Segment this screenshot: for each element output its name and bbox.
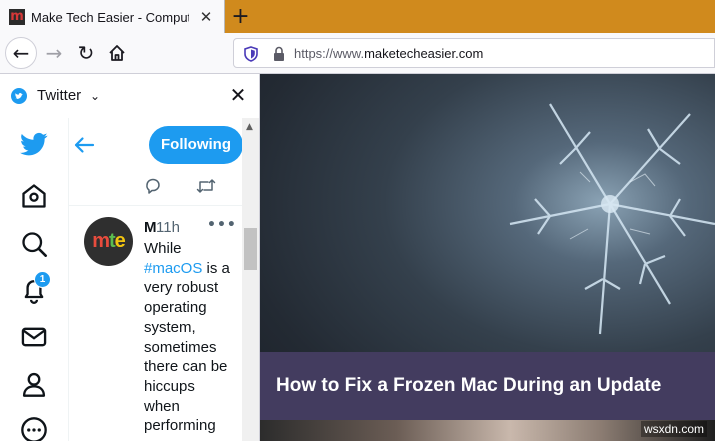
tweet-line: #macOS is a [144,259,239,279]
scrollbar-thumb[interactable] [244,228,257,270]
navigation-toolbar: ← → ↻ https://www.maketecheasier.com [0,33,715,74]
home-button[interactable] [101,37,133,69]
twitter-nav: 1 [0,118,68,441]
home-icon[interactable] [20,182,48,210]
tweet-line: hiccups [144,377,195,395]
article-hero[interactable]: How to Fix a Frozen Mac During an Update… [260,74,715,441]
tweet-line: system, [144,318,196,336]
search-icon[interactable] [20,230,48,258]
avatar-letter: m [92,230,110,252]
chevron-down-icon[interactable]: ⌄ [90,87,100,105]
following-button[interactable]: Following [149,126,243,164]
article-headline[interactable]: How to Fix a Frozen Mac During an Update [276,373,706,399]
browser-tab[interactable]: m Make Tech Easier - Computer Tricks ✕ [0,0,225,33]
twitter-bird-icon[interactable] [20,130,48,158]
site-favicon-icon: m [9,9,25,25]
profile-icon[interactable] [20,370,48,398]
url-text[interactable]: https://www.maketecheasier.com [294,45,483,63]
tweet-feed: Following mte M 11h ••• While #macOS is … [68,118,243,441]
hashtag-link[interactable]: #macOS [144,260,202,277]
avatar[interactable]: mte [84,217,133,266]
messages-icon[interactable] [20,323,48,351]
reload-button[interactable]: ↻ [70,37,102,69]
back-arrow-icon[interactable] [73,134,95,156]
snowflake-image [509,103,715,335]
tracking-protection-shield-icon[interactable] [244,46,258,62]
twitter-logo-icon [11,88,27,104]
reply-icon[interactable] [144,177,162,195]
tweet-more-button[interactable]: ••• [207,216,237,234]
twitter-sidebar: Twitter ⌄ ✕ 1 Following mte M 11h ••• Wh… [0,74,260,441]
sidebar-close-button[interactable]: ✕ [228,85,248,105]
tweet-timestamp[interactable]: 11h [156,219,180,237]
tab-close-button[interactable]: ✕ [196,7,216,27]
sidebar-header: Twitter ⌄ ✕ [0,74,259,118]
tweet-line: when [144,397,180,415]
tweet-line: While [144,240,182,257]
feed-divider [69,205,243,206]
avatar-letter: e [114,230,126,252]
tweet-line: sometimes [144,338,217,356]
url-host: maketecheasier.com [364,46,484,61]
retweet-icon[interactable] [196,177,216,195]
sidebar-scrollbar[interactable]: ▲ [242,118,259,441]
home-icon [109,45,125,61]
tweet-line: there can be [144,358,228,376]
tab-strip: m Make Tech Easier - Computer Tricks ✕ + [0,0,715,33]
sidebar-title[interactable]: Twitter [37,87,81,105]
tweet-line-rest: is a [202,259,230,277]
notification-badge: 1 [34,271,51,288]
watermark: wsxdn.com [640,421,707,437]
tweet-text: While #macOS is a very robust operating … [144,239,239,436]
new-tab-button[interactable]: + [228,4,253,29]
tweet-author[interactable]: M [144,219,157,237]
tab-title: Make Tech Easier - Computer Tricks [31,10,189,25]
scroll-up-icon[interactable]: ▲ [246,122,253,132]
forward-button[interactable]: → [38,37,70,69]
headline-banner[interactable]: How to Fix a Frozen Mac During an Update [260,352,715,420]
url-scheme: https://www. [294,46,365,61]
more-icon[interactable] [20,416,48,441]
address-bar[interactable]: https://www.maketecheasier.com [233,38,715,68]
lock-icon[interactable] [273,46,285,62]
tweet-line: very robust [144,279,219,297]
tweet-line: performing [144,417,216,435]
tweet-line: operating [144,299,207,317]
back-button[interactable]: ← [5,37,37,69]
